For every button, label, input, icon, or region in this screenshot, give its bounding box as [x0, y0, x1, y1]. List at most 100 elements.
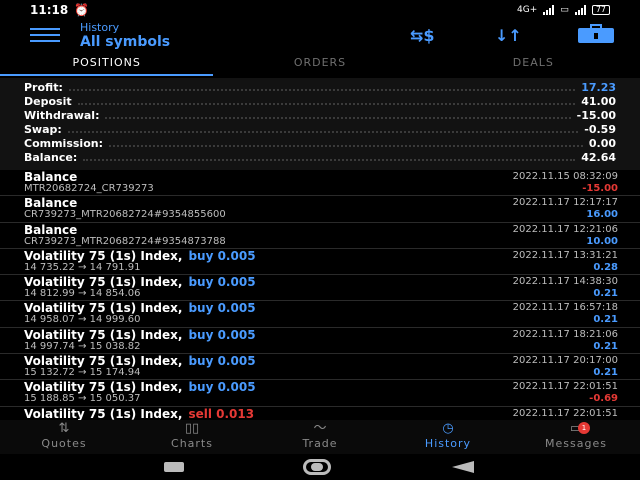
nav-label: Charts	[171, 437, 213, 450]
status-left: 11:18 ⏰	[30, 3, 89, 17]
deal-title: Volatility 75 (1s) Index,	[24, 380, 183, 395]
deal-action: buy 0.005	[188, 275, 256, 290]
summary-value: 41.00	[581, 94, 616, 108]
currency-exchange-icon[interactable]: ⇆$	[410, 26, 435, 45]
deal-date: 2022.11.17 13:31:21	[512, 249, 618, 261]
status-time: 11:18	[30, 3, 69, 17]
summary-value: -0.59	[584, 122, 616, 136]
deal-right: 2022.11.15 08:32:09 -15.00	[513, 171, 618, 195]
deal-title: Volatility 75 (1s) Index,	[24, 327, 183, 342]
deal-right: 2022.11.17 22:01:51 -0.69	[513, 381, 618, 405]
system-nav-bar	[0, 454, 640, 480]
menu-icon	[30, 28, 60, 30]
deal-title: Volatility 75 (1s) Index,	[24, 406, 183, 420]
nav-label: Quotes	[41, 437, 87, 450]
summary-label: Commission:	[24, 136, 103, 150]
signal-icon	[543, 5, 555, 15]
deal-date: 2022.11.17 22:01:51	[512, 381, 618, 393]
deal-row[interactable]: Balance CR739273_MTR20682724#9354873788 20…	[0, 223, 640, 249]
summary-value: 42.64	[581, 150, 616, 164]
deal-title: Volatility 75 (1s) Index,	[24, 301, 183, 316]
deal-action: sell 0.013	[188, 406, 255, 420]
title-block[interactable]: History All symbols	[80, 22, 170, 51]
summary-row: Profit: 17.23	[24, 80, 616, 94]
quotes-icon: ⇅	[58, 421, 70, 436]
dotted-leader	[108, 139, 583, 147]
deal-date: 2022.11.17 14:38:30	[512, 276, 618, 288]
summary-label: Profit:	[24, 80, 63, 94]
deal-date: 2022.11.17 18:21:06	[512, 328, 618, 340]
nav-item-trade[interactable]: 〜 Trade	[256, 420, 384, 454]
app-bar: History All symbols ⇆$ ↓↑	[0, 20, 640, 52]
deal-date: 2022.11.17 12:17:17	[512, 197, 618, 209]
summary-row: Deposit 41.00	[24, 94, 616, 108]
trade-icon: 〜	[313, 421, 327, 436]
tab-orders[interactable]: ORDERS	[213, 52, 426, 76]
deal-row[interactable]: Volatility 75 (1s) Index, sell 0.013 2022.…	[0, 407, 640, 420]
nav-label: Messages	[545, 437, 607, 450]
deal-action: buy 0.005	[188, 380, 256, 395]
deal-date: 2022.11.17 20:17:00	[512, 355, 618, 367]
deal-title: Volatility 75 (1s) Index,	[24, 275, 183, 290]
deal-date: 2022.11.17 22:01:51	[512, 407, 618, 419]
summary-row: Withdrawal: -15.00	[24, 108, 616, 122]
deal-title: Balance	[24, 196, 78, 211]
signal-icon-2	[574, 5, 586, 15]
deal-right: 2022.11.17 16:57:18 0.21	[513, 302, 618, 326]
tab-bar: POSITIONS ORDERS DEALS	[0, 52, 640, 76]
alarm-icon: ⏰	[74, 3, 90, 17]
deal-row[interactable]: Volatility 75 (1s) Index, buy 0.005 14 958…	[0, 301, 640, 328]
sort-icon[interactable]: ↓↑	[495, 26, 522, 45]
home-button[interactable]	[303, 459, 331, 475]
status-bar: 11:18 ⏰ 4G+ ▭ 77	[0, 0, 640, 20]
deal-row[interactable]: Balance CR739273_MTR20682724#9354855600 20…	[0, 196, 640, 223]
deal-amount: -15.00	[582, 183, 618, 194]
nav-item-quotes[interactable]: ⇅ Quotes	[0, 420, 128, 454]
deal-date: 2022.11.17 16:57:18	[512, 302, 618, 314]
deal-amount: -0.69	[589, 393, 618, 405]
deal-right: 2022.11.17 12:21:06 10.00	[513, 224, 618, 248]
deal-row[interactable]: Volatility 75 (1s) Index, buy 0.005 14 997…	[0, 327, 640, 355]
status-right: 4G+ ▭ 77	[517, 5, 610, 15]
battery-icon: 77	[591, 5, 610, 15]
menu-button[interactable]	[30, 28, 60, 44]
deal-title: Balance	[24, 222, 78, 237]
deals-list[interactable]: Balance MTR20682724_CR739273 2022.11.15 08…	[0, 170, 640, 420]
network-label: 4G+	[517, 5, 538, 15]
briefcase-svg	[578, 24, 614, 43]
bottom-nav: ⇅ Quotes ▯▯ Charts 〜 Trade ◷ History ▭ Messages 1	[0, 420, 640, 454]
summary-value: 0.00	[588, 136, 616, 150]
deal-title: Balance	[24, 170, 78, 184]
charts-icon: ▯▯	[184, 421, 200, 436]
deal-amount: 0.21	[593, 340, 618, 352]
summary-row: Commission: 0.00	[24, 136, 616, 150]
deal-row[interactable]: Balance MTR20682724_CR739273 2022.11.15 08…	[0, 170, 640, 197]
deal-date: 2022.11.15 08:32:09	[512, 171, 618, 182]
deal-row[interactable]: Volatility 75 (1s) Index, buy 0.005 15 132…	[0, 354, 640, 381]
deal-amount: 0.28	[593, 261, 618, 273]
deal-row[interactable]: Volatility 75 (1s) Index, buy 0.005 15 188…	[0, 380, 640, 407]
nav-item-messages[interactable]: ▭ Messages 1	[512, 420, 640, 454]
dotted-leader	[77, 97, 576, 105]
notification-badge: 1	[578, 422, 590, 434]
dotted-leader	[67, 125, 579, 133]
deal-action: buy 0.005	[188, 327, 256, 342]
recent-apps-button[interactable]	[164, 462, 184, 472]
summary-label: Swap:	[24, 122, 62, 136]
deal-action: buy 0.005	[188, 248, 256, 263]
summary-label: Withdrawal:	[24, 108, 100, 122]
tab-deals[interactable]: DEALS	[427, 52, 640, 76]
deal-right: 2022.11.17 18:21:06 0.21	[513, 329, 618, 353]
dotted-leader	[105, 111, 571, 119]
back-button[interactable]	[452, 461, 474, 473]
deal-right: 2022.11.17 20:17:00 0.21	[513, 355, 618, 379]
dotted-leader	[83, 153, 576, 161]
nav-item-history[interactable]: ◷ History	[384, 420, 512, 454]
deal-right: 2022.11.17 13:31:21 0.28	[513, 250, 618, 274]
nav-item-charts[interactable]: ▯▯ Charts	[128, 420, 256, 454]
deal-title: Volatility 75 (1s) Index,	[24, 354, 183, 369]
briefcase-icon[interactable]	[577, 24, 615, 48]
deal-row[interactable]: Volatility 75 (1s) Index, buy 0.005 14 735…	[0, 248, 640, 276]
tab-positions[interactable]: POSITIONS	[0, 52, 214, 76]
deal-row[interactable]: Volatility 75 (1s) Index, buy 0.005 14 812…	[0, 275, 640, 302]
